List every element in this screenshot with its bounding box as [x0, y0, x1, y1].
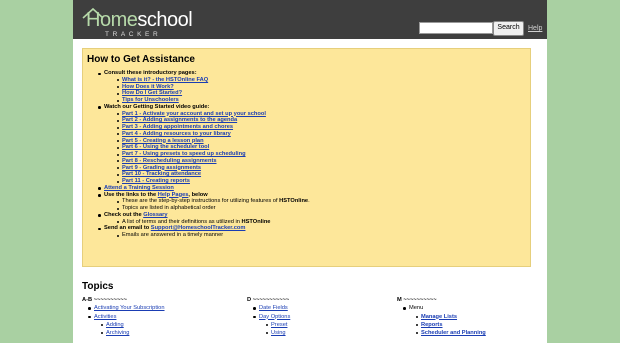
activities-archiving-link[interactable]: Archiving [106, 330, 129, 336]
period-text: . [308, 198, 310, 205]
video-part-2-link[interactable]: Part 2 - Adding assignments to the agend… [122, 117, 237, 123]
topics-order-note: Topics are listed in alphabetical order [122, 205, 216, 211]
video-part-8-link[interactable]: Part 8 - Rescheduling assignments [122, 158, 217, 164]
list-item: Activating Your Subscription [88, 304, 165, 312]
list-item: Part 3 - Adding appointments and chores [117, 124, 310, 131]
email-note: Emails are answered in a timely manner [122, 232, 224, 238]
list-item: What is it? - the HSTOnline FAQ [117, 77, 310, 84]
video-part-4-link[interactable]: Part 4 - Adding resources to your librar… [122, 131, 231, 137]
site-header: Homeschool TRACKER Search Help [73, 0, 547, 39]
list-item: Menu [403, 304, 486, 312]
hstonline-text: HSTOnline [279, 198, 309, 205]
list-item: Part 7 - Using presets to speed up sched… [117, 151, 310, 158]
list-item: Manage Lists [416, 313, 486, 321]
list-item: How Do I Get Started? [117, 90, 310, 97]
page-container: Homeschool TRACKER Search Help How to Ge… [73, 0, 547, 343]
help-link[interactable]: Help [528, 24, 542, 33]
list-item: These are the step-by-step instructions … [117, 198, 310, 205]
activating-subscription-link[interactable]: Activating Your Subscription [94, 305, 165, 311]
day-options-link[interactable]: Day Options [259, 314, 290, 320]
email-item: Send an email to Support@HomeschoolTrack… [98, 225, 310, 232]
training-item: Attend a Training Session [98, 185, 310, 192]
training-session-link[interactable]: Attend a Training Session [104, 185, 174, 191]
video-part-10-link[interactable]: Part 10 - Tracking attendance [122, 171, 201, 177]
list-item: A list of terms and their definitions as… [117, 218, 310, 226]
support-email-link[interactable]: Support@HomeschoolTracker.com [151, 225, 246, 231]
search-button[interactable]: Search [493, 21, 524, 36]
video-part-1-link[interactable]: Part 1 - Activate your account and set u… [122, 111, 266, 117]
day-options-preset-link[interactable]: Preset [271, 322, 287, 328]
list-item: Activities [88, 313, 165, 321]
assistance-title: How to Get Assistance [87, 54, 195, 65]
list-item: Part 4 - Adding resources to your librar… [117, 131, 310, 138]
list-item: Scheduler and Planning [416, 329, 486, 337]
activities-link[interactable]: Activities [94, 314, 116, 320]
manage-lists-link[interactable]: Manage Lists [421, 314, 457, 320]
get-started-link[interactable]: How Do I Get Started? [122, 90, 182, 96]
list-item: How Does it Work? [117, 84, 310, 91]
assistance-list: Consult these introductory pages: What i… [98, 70, 310, 239]
list-item: Reports [416, 321, 486, 329]
list-item: Part 11 - Creating reports [117, 178, 310, 185]
hstonline-text: HSTOnline [241, 218, 271, 225]
video-part-9-link[interactable]: Part 9 - Grading assignments [122, 165, 201, 171]
homeschool-tracker-logo[interactable]: Homeschool TRACKER [81, 6, 193, 38]
how-it-works-link[interactable]: How Does it Work? [122, 84, 174, 90]
menu-text: Menu [409, 305, 424, 312]
glossary-item: Check out the Glossary [98, 211, 310, 219]
topics-column-d: D ~~~~~~~~~~~ Date Fields Day Options Pr… [247, 296, 290, 337]
list-item: Tips for Unschoolers [117, 97, 310, 104]
list-item: Emails are answered in a timely manner [117, 232, 310, 239]
list-item: Part 9 - Grading assignments [117, 165, 310, 172]
faq-link[interactable]: What is it? - the HSTOnline FAQ [122, 77, 208, 83]
list-item: Part 1 - Activate your account and set u… [117, 111, 310, 118]
assistance-panel: How to Get Assistance Consult these intr… [82, 48, 531, 267]
list-item: Date Fields [252, 304, 290, 312]
video-part-11-link[interactable]: Part 11 - Creating reports [122, 178, 190, 184]
list-item: Archiving [101, 329, 165, 337]
topics-letter-heading: D ~~~~~~~~~~~ [247, 297, 290, 303]
date-fields-link[interactable]: Date Fields [259, 305, 288, 311]
list-item: Part 6 - Using the scheduler tool [117, 144, 310, 151]
list-item: Part 2 - Adding assignments to the agend… [117, 117, 310, 124]
video-part-3-link[interactable]: Part 3 - Adding appointments and chores [122, 124, 233, 130]
video-part-6-link[interactable]: Part 6 - Using the scheduler tool [122, 144, 209, 150]
help-pages-suffix: , below [188, 191, 208, 198]
list-item: Day Options [252, 313, 290, 321]
help-pages-link[interactable]: Help Pages [158, 192, 189, 198]
help-pages-prefix: Use the links to the [104, 191, 158, 198]
scheduler-planning-link[interactable]: Scheduler and Planning [421, 330, 486, 336]
list-item: Part 8 - Rescheduling assignments [117, 158, 310, 165]
reports-link[interactable]: Reports [421, 322, 443, 328]
list-item: Part 10 - Tracking attendance [117, 171, 310, 178]
video-guide-heading: Watch our Getting Started video guide: [98, 104, 310, 111]
logo-wordmark: Homeschool [86, 9, 193, 31]
list-item: Topics are listed in alphabetical order [117, 205, 310, 212]
topics-column-m: M ~~~~~~~~~~ Menu Manage Lists Reports S… [397, 296, 486, 337]
glossary-desc: A list of terms and their definitions as… [122, 218, 242, 225]
glossary-link[interactable]: Glossary [143, 212, 167, 218]
topics-title: Topics [82, 281, 114, 292]
logo-home-text: Home [86, 9, 138, 31]
topics-letter-heading: A-B ~~~~~~~~~~ [82, 297, 127, 303]
video-part-7-link[interactable]: Part 7 - Using presets to speed up sched… [122, 151, 246, 157]
day-options-using-link[interactable]: Using [271, 330, 286, 336]
consult-heading: Consult these introductory pages: [98, 70, 310, 77]
help-pages-desc: These are the step-by-step instructions … [122, 198, 280, 205]
glossary-prefix: Check out the [104, 211, 144, 218]
logo-tracker-text: TRACKER [105, 31, 162, 38]
list-item: Part 5 - Creating a lesson plan [117, 138, 310, 145]
logo-school-text: school [137, 9, 193, 31]
email-prefix: Send an email to [104, 225, 151, 232]
list-item: Preset [265, 321, 290, 329]
help-pages-item: Use the links to the Help Pages, below [98, 191, 310, 199]
unschoolers-tips-link[interactable]: Tips for Unschoolers [122, 97, 179, 103]
search-input[interactable] [419, 22, 493, 34]
topics-letter-heading: M ~~~~~~~~~~ [397, 297, 437, 303]
topics-column-a-b: A-B ~~~~~~~~~~ Activating Your Subscript… [82, 296, 165, 337]
list-item: Adding [101, 321, 165, 329]
list-item: Using [265, 329, 290, 337]
video-part-5-link[interactable]: Part 5 - Creating a lesson plan [122, 138, 204, 144]
activities-adding-link[interactable]: Adding [106, 322, 124, 328]
